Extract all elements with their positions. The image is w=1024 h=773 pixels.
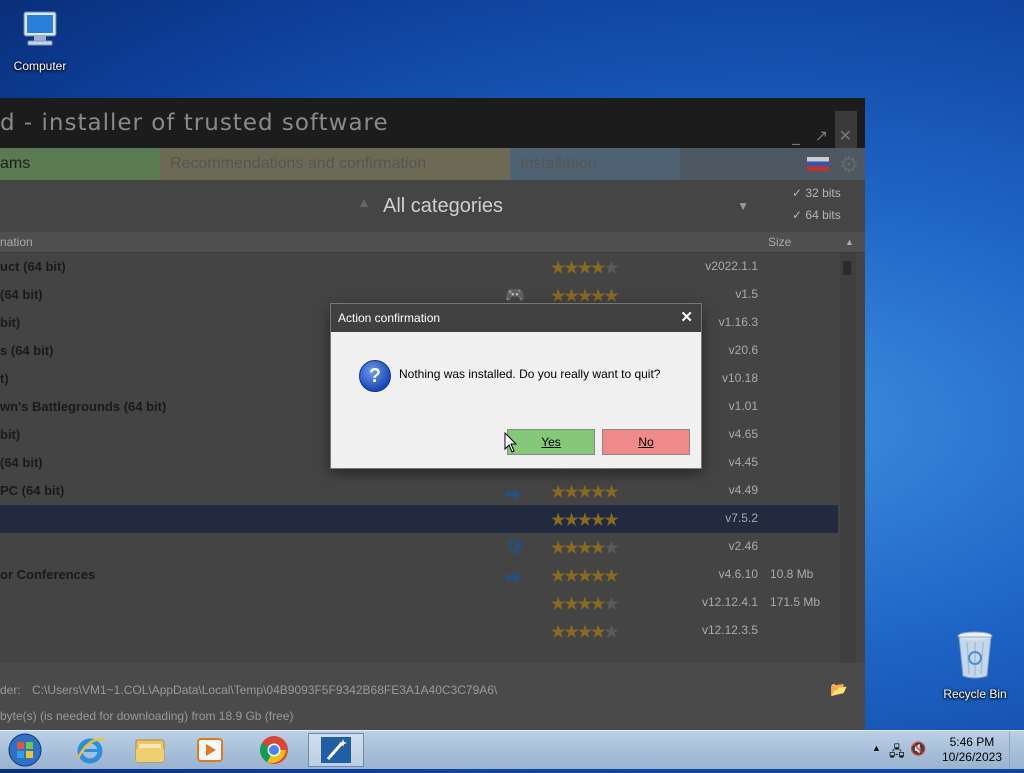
media-player-icon bbox=[197, 738, 223, 762]
tab-recommendations[interactable]: Recommendations and confirmation bbox=[160, 148, 510, 180]
scrollbar-thumb[interactable] bbox=[843, 261, 851, 275]
bits-label: 64 bits bbox=[805, 208, 841, 222]
category-value: All categories bbox=[383, 195, 504, 217]
program-row[interactable]: ★★★★★ v12.12.4.1 171.5 Mb bbox=[0, 589, 838, 617]
show-hidden-icons-icon[interactable]: ▲ bbox=[872, 743, 881, 753]
no-button[interactable]: No bbox=[602, 429, 690, 455]
program-name: bit) bbox=[0, 427, 21, 442]
program-name: (64 bit) bbox=[0, 287, 43, 302]
program-feature-icon: 🎮 bbox=[505, 287, 525, 304]
category-bar: ▲ All categories ▼ ✓ 32 bits ✓ 64 bits bbox=[0, 180, 865, 232]
chrome-icon bbox=[260, 736, 288, 764]
mouse-cursor-icon bbox=[504, 431, 518, 459]
folder-row: der: C:\Users\VM1~1.COL\AppData\Local\Te… bbox=[0, 680, 865, 700]
clock-date: 10/26/2023 bbox=[941, 750, 1002, 764]
category-select[interactable]: All categories ▼ bbox=[375, 188, 763, 224]
gear-icon[interactable]: ⚙ bbox=[839, 152, 859, 178]
taskbar-chrome[interactable] bbox=[246, 733, 302, 767]
recycle-bin-icon bbox=[935, 630, 1015, 683]
program-version: v2.46 bbox=[728, 539, 758, 553]
list-header: nation Size ▲ bbox=[0, 232, 865, 253]
installer-tabs: ams Recommendations and confirmation Ins… bbox=[0, 148, 865, 180]
start-button[interactable] bbox=[4, 732, 46, 768]
prev-category-icon[interactable]: ▲ bbox=[357, 194, 371, 210]
program-version: v4.49 bbox=[728, 483, 758, 497]
installer-title: d - installer of trusted software bbox=[0, 110, 389, 136]
installer-title-bar: d - installer of trusted software _ ↗ ✕ bbox=[0, 98, 865, 161]
program-name: (64 bit) bbox=[0, 455, 43, 470]
folder-icon[interactable]: 📂 bbox=[830, 681, 847, 698]
program-name: s (64 bit) bbox=[0, 343, 54, 358]
folder-icon bbox=[135, 739, 165, 763]
network-icon[interactable]: 🖧 bbox=[889, 741, 905, 765]
dialog-close-icon[interactable]: ✕ bbox=[680, 304, 693, 332]
desktop-icon-computer[interactable]: Computer bbox=[0, 8, 80, 73]
program-name: or Conferences bbox=[0, 567, 96, 582]
bits-label: 32 bits bbox=[805, 186, 841, 200]
taskbar-media-player[interactable] bbox=[182, 733, 238, 767]
volume-muted-icon[interactable]: 🔇 bbox=[910, 741, 926, 757]
taskbar: ▲ 🖧 🔇 5:46 PM 10/26/2023 bbox=[0, 730, 1024, 769]
program-row[interactable]: or Conferences ⮕ ★★★★★ v4.6.10 10.8 Mb bbox=[0, 561, 838, 589]
list-scrollbar[interactable] bbox=[840, 253, 856, 663]
program-name: wn's Battlegrounds (64 bit) bbox=[0, 399, 167, 414]
program-version: v12.12.3.5 bbox=[701, 623, 758, 637]
program-feature-icon: ⮕ bbox=[505, 487, 522, 504]
folder-path[interactable]: C:\Users\VM1~1.COL\AppData\Local\Temp\04… bbox=[32, 683, 497, 697]
program-size: 10.8 Mb bbox=[770, 567, 814, 581]
installer-wand-icon bbox=[321, 737, 351, 763]
checkbox-64-bits[interactable]: ✓ 64 bits bbox=[792, 208, 841, 222]
computer-icon bbox=[0, 8, 80, 55]
folder-label: der: bbox=[0, 683, 21, 697]
program-name: bit) bbox=[0, 315, 21, 330]
program-row[interactable]: ★★★★★ v12.12.3.5 bbox=[0, 617, 838, 645]
status-text: byte(s) (is needed for downloading) from… bbox=[0, 709, 294, 723]
program-row[interactable]: PC (64 bit) ⮕ ★★★★★ v4.49 bbox=[0, 477, 838, 505]
column-header-info[interactable]: nation bbox=[0, 232, 33, 252]
program-name: uct (64 bit) bbox=[0, 259, 66, 274]
status-bar: byte(s) (is needed for downloading) from… bbox=[0, 706, 865, 726]
desktop-icon-recycle-bin[interactable]: Recycle Bin bbox=[935, 630, 1015, 701]
chevron-down-icon: ▼ bbox=[737, 199, 749, 213]
clock-time: 5:46 PM bbox=[949, 735, 995, 749]
desktop-icon-label: Recycle Bin bbox=[943, 687, 1007, 701]
system-tray: ▲ 🖧 🔇 5:46 PM 10/26/2023 bbox=[864, 731, 1024, 769]
program-version: v4.6.10 bbox=[718, 567, 758, 581]
desktop-icon-label: Computer bbox=[13, 59, 67, 73]
language-flag-icon[interactable] bbox=[807, 157, 829, 171]
program-name: t) bbox=[0, 371, 9, 386]
program-version: v7.5.2 bbox=[725, 511, 758, 525]
yes-button[interactable]: Yes bbox=[507, 429, 595, 455]
program-size: 171.5 Mb bbox=[770, 595, 821, 609]
tab-programs[interactable]: ams bbox=[0, 148, 160, 180]
program-name: PC (64 bit) bbox=[0, 483, 65, 498]
clock[interactable]: 5:46 PM 10/26/2023 bbox=[942, 735, 1002, 765]
checkbox-32-bits[interactable]: ✓ 32 bits bbox=[792, 186, 841, 200]
program-feature-icon: ⮕ bbox=[505, 571, 522, 588]
internet-explorer-icon bbox=[76, 738, 105, 764]
tab-installation[interactable]: Installation bbox=[510, 148, 680, 180]
scroll-up-icon[interactable]: ▲ bbox=[845, 232, 854, 252]
program-version: v2022.1.1 bbox=[705, 259, 758, 273]
dialog-title: Action confirmation bbox=[338, 311, 441, 325]
program-version: v1.5 bbox=[735, 287, 758, 301]
program-row[interactable]: 🛡 ★★★★★ v2.46 bbox=[0, 533, 838, 561]
taskbar-installer[interactable] bbox=[308, 733, 364, 767]
column-header-size[interactable]: Size bbox=[768, 232, 791, 252]
dialog-title-bar: Action confirmation ✕ bbox=[331, 304, 701, 332]
program-row[interactable]: uct (64 bit) ★★★★★ v2022.1.1 bbox=[0, 253, 838, 281]
taskbar-file-explorer[interactable] bbox=[122, 733, 178, 767]
program-row[interactable]: ★★★★★ v7.5.2 bbox=[0, 505, 838, 533]
taskbar-internet-explorer[interactable] bbox=[62, 733, 118, 767]
program-feature-icon: 🛡 bbox=[505, 539, 526, 556]
question-icon: ? bbox=[359, 360, 391, 392]
program-version: v12.12.4.1 bbox=[701, 595, 758, 609]
show-desktop-button[interactable] bbox=[1009, 731, 1024, 769]
dialog-message: Nothing was installed. Do you really wan… bbox=[399, 367, 661, 381]
